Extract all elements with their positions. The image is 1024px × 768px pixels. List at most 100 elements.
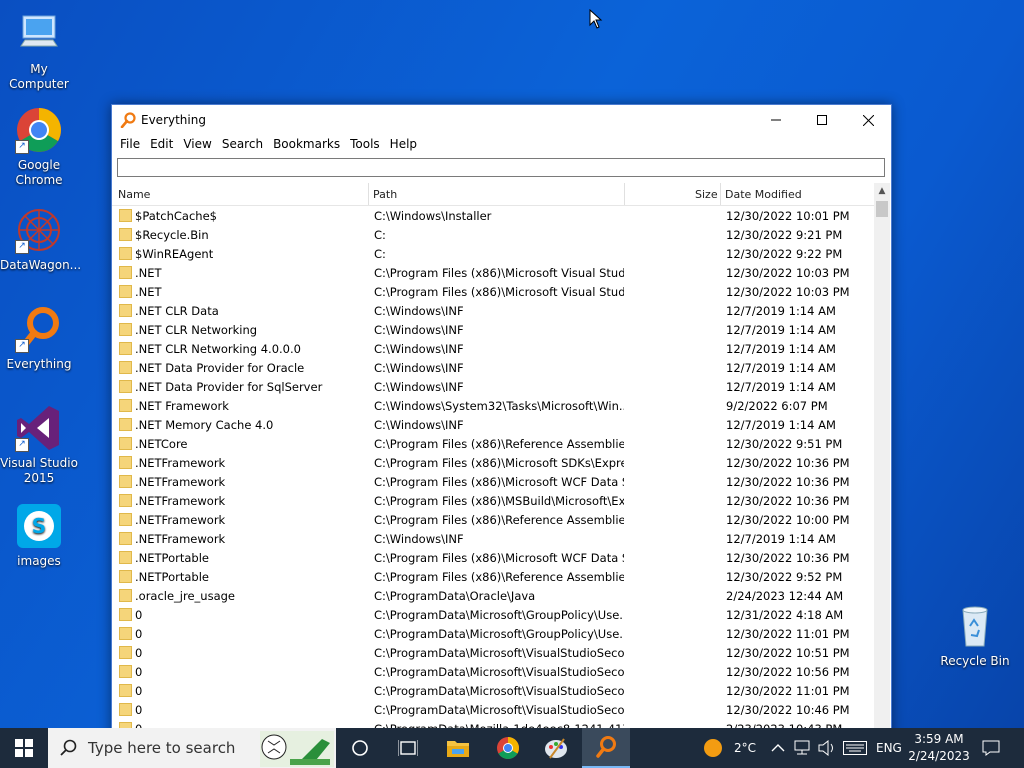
table-row[interactable]: .oracle_jre_usage C:\ProgramData\Oracle\J… — [112, 586, 874, 605]
desktop-icon-visual-studio[interactable]: ↗ Visual Studio 2015 — [0, 404, 78, 486]
results-list: $PatchCache$ C:\Windows\Installer 12/30/20… — [112, 206, 874, 730]
search-box[interactable] — [117, 158, 890, 179]
task-view-button[interactable] — [384, 728, 432, 768]
close-button[interactable] — [845, 105, 891, 135]
title-bar[interactable]: Everything — [112, 105, 891, 135]
menu-file[interactable]: File — [116, 135, 146, 155]
table-row[interactable]: .NETFramework C:\Program Files (x86)\Micr… — [112, 453, 874, 472]
menu-tools[interactable]: Tools — [346, 135, 386, 155]
row-name: .NET CLR Networking — [135, 323, 258, 337]
table-row[interactable]: .NETFramework C:\Windows\INF 12/7/2019 1:1… — [112, 529, 874, 548]
table-row[interactable]: .NET Data Provider for SqlServer C:\Windo… — [112, 377, 874, 396]
table-row[interactable]: .NET C:\Program Files (x86)\Microsoft Vis… — [112, 282, 874, 301]
row-path: C:\Program Files (x86)\Reference Assembl… — [374, 513, 624, 527]
column-date-header[interactable]: Date Modified — [725, 188, 802, 201]
table-row[interactable]: .NET Data Provider for Oracle C:\Windows\… — [112, 358, 874, 377]
desktop-icon-images[interactable]: S images — [0, 502, 78, 569]
row-date: 12/30/2022 10:01 PM — [726, 209, 850, 223]
column-name-header[interactable]: Name — [118, 188, 150, 201]
desktop-icon-google-chrome[interactable]: ↗ Google Chrome — [0, 106, 78, 188]
row-name: $PatchCache$ — [135, 209, 217, 223]
taskbar-chrome[interactable] — [484, 728, 532, 768]
table-row[interactable]: .NETFramework C:\Program Files (x86)\MSBu… — [112, 491, 874, 510]
touch-keyboard-button[interactable] — [843, 728, 867, 768]
menu-bookmarks[interactable]: Bookmarks — [269, 135, 346, 155]
row-date: 12/30/2022 9:22 PM — [726, 247, 843, 261]
table-row[interactable]: .NETCore C:\Program Files (x86)\Reference… — [112, 434, 874, 453]
scroll-up-icon[interactable]: ▲ — [874, 183, 890, 199]
weather-widget[interactable]: 2°C — [702, 728, 756, 768]
clock[interactable]: 3:59 AM 2/24/2023 — [906, 728, 972, 768]
volume-button[interactable] — [818, 728, 836, 768]
table-row[interactable]: .NET Memory Cache 4.0 C:\Windows\INF 12/7/… — [112, 415, 874, 434]
folder-icon — [119, 703, 132, 716]
column-size-header[interactable]: Size — [695, 188, 718, 201]
desktop-icon-datawagon[interactable]: ↗ DataWagon... — [0, 206, 81, 273]
show-hidden-icons-button[interactable] — [771, 728, 785, 768]
taskbar-search-box[interactable]: Type here to search — [48, 728, 336, 768]
menu-search[interactable]: Search — [218, 135, 269, 155]
window-title: Everything — [141, 113, 206, 127]
taskbar-file-explorer[interactable] — [434, 728, 482, 768]
table-row[interactable]: .NET CLR Networking C:\Windows\INF 12/7/20… — [112, 320, 874, 339]
table-row[interactable]: 0 C:\ProgramData\Microsoft\VisualStudioSe… — [112, 662, 874, 681]
mouse-cursor-icon — [589, 9, 603, 29]
cortana-button[interactable] — [336, 728, 384, 768]
column-path-header[interactable]: Path — [373, 188, 397, 201]
desktop-icon-everything[interactable]: ↗ Everything — [0, 305, 78, 372]
cortana-circle-icon — [352, 740, 368, 756]
notification-icon — [982, 740, 1000, 756]
desktop-icon-recycle-bin[interactable]: Recycle Bin — [936, 602, 1014, 669]
table-row[interactable]: 0 C:\ProgramData\Microsoft\GroupPolicy\Us… — [112, 624, 874, 643]
row-path: C:\ProgramData\Oracle\Java — [374, 589, 536, 603]
language-text: ENG — [876, 741, 902, 755]
taskbar-search-placeholder: Type here to search — [88, 739, 236, 757]
folder-icon — [119, 418, 132, 431]
table-row[interactable]: .NETPortable C:\Program Files (x86)\Refer… — [112, 567, 874, 586]
skype-icon: S — [15, 502, 63, 550]
desktop-icon-my-computer[interactable]: My Computer — [0, 10, 78, 92]
table-row[interactable]: .NET C:\Program Files (x86)\Microsoft Vis… — [112, 263, 874, 282]
menu-help[interactable]: Help — [386, 135, 423, 155]
scrollbar-thumb[interactable] — [876, 201, 888, 217]
maximize-button[interactable] — [799, 105, 845, 135]
menu-view[interactable]: View — [179, 135, 217, 155]
table-row[interactable]: $WinREAgent C: 12/30/2022 9:22 PM — [112, 244, 874, 263]
table-row[interactable]: 0 C:\ProgramData\Microsoft\VisualStudioSe… — [112, 700, 874, 719]
taskbar-paint[interactable] — [532, 728, 580, 768]
table-row[interactable]: .NET CLR Data C:\Windows\INF 12/7/2019 1:1… — [112, 301, 874, 320]
row-path: C:\ProgramData\Microsoft\GroupPolicy\Use… — [374, 608, 624, 622]
table-row[interactable]: $Recycle.Bin C: 12/30/2022 9:21 PM — [112, 225, 874, 244]
language-indicator[interactable]: ENG — [876, 728, 902, 768]
row-date: 12/30/2022 10:00 PM — [726, 513, 850, 527]
search-input[interactable] — [118, 161, 890, 179]
action-center-button[interactable] — [982, 728, 1000, 768]
paint-palette-icon — [545, 738, 567, 759]
start-button[interactable] — [0, 728, 48, 768]
row-name: .NETFramework — [135, 475, 226, 489]
network-button[interactable] — [793, 728, 813, 768]
row-name: .NETCore — [135, 437, 188, 451]
row-date: 12/7/2019 1:14 AM — [726, 380, 836, 394]
row-name: .NETFramework — [135, 532, 226, 546]
taskbar-everything[interactable] — [582, 728, 630, 768]
table-row[interactable]: 0 C:\ProgramData\Microsoft\GroupPolicy\Us… — [112, 605, 874, 624]
folder-icon — [447, 741, 469, 757]
table-row[interactable]: .NETPortable C:\Program Files (x86)\Micro… — [112, 548, 874, 567]
minimize-icon — [771, 119, 781, 121]
table-row[interactable]: $PatchCache$ C:\Windows\Installer 12/30/20… — [112, 206, 874, 225]
row-date: 12/7/2019 1:14 AM — [726, 418, 836, 432]
vertical-scrollbar[interactable]: ▲ ▼ — [874, 183, 890, 745]
menu-edit[interactable]: Edit — [146, 135, 179, 155]
table-row[interactable]: .NETFramework C:\Program Files (x86)\Micr… — [112, 472, 874, 491]
row-path: C:\Windows\INF — [374, 532, 464, 546]
minimize-button[interactable] — [753, 105, 799, 135]
row-path: C:\Windows\INF — [374, 380, 464, 394]
row-name: 0 — [135, 665, 143, 679]
table-row[interactable]: 0 C:\ProgramData\Microsoft\VisualStudioSe… — [112, 643, 874, 662]
table-row[interactable]: .NETFramework C:\Program Files (x86)\Refe… — [112, 510, 874, 529]
table-row[interactable]: .NET Framework C:\Windows\System32\Tasks\… — [112, 396, 874, 415]
table-row[interactable]: 0 C:\ProgramData\Microsoft\VisualStudioSe… — [112, 681, 874, 700]
table-row[interactable]: .NET CLR Networking 4.0.0.0 C:\Windows\IN… — [112, 339, 874, 358]
row-name: .NET — [135, 285, 162, 299]
